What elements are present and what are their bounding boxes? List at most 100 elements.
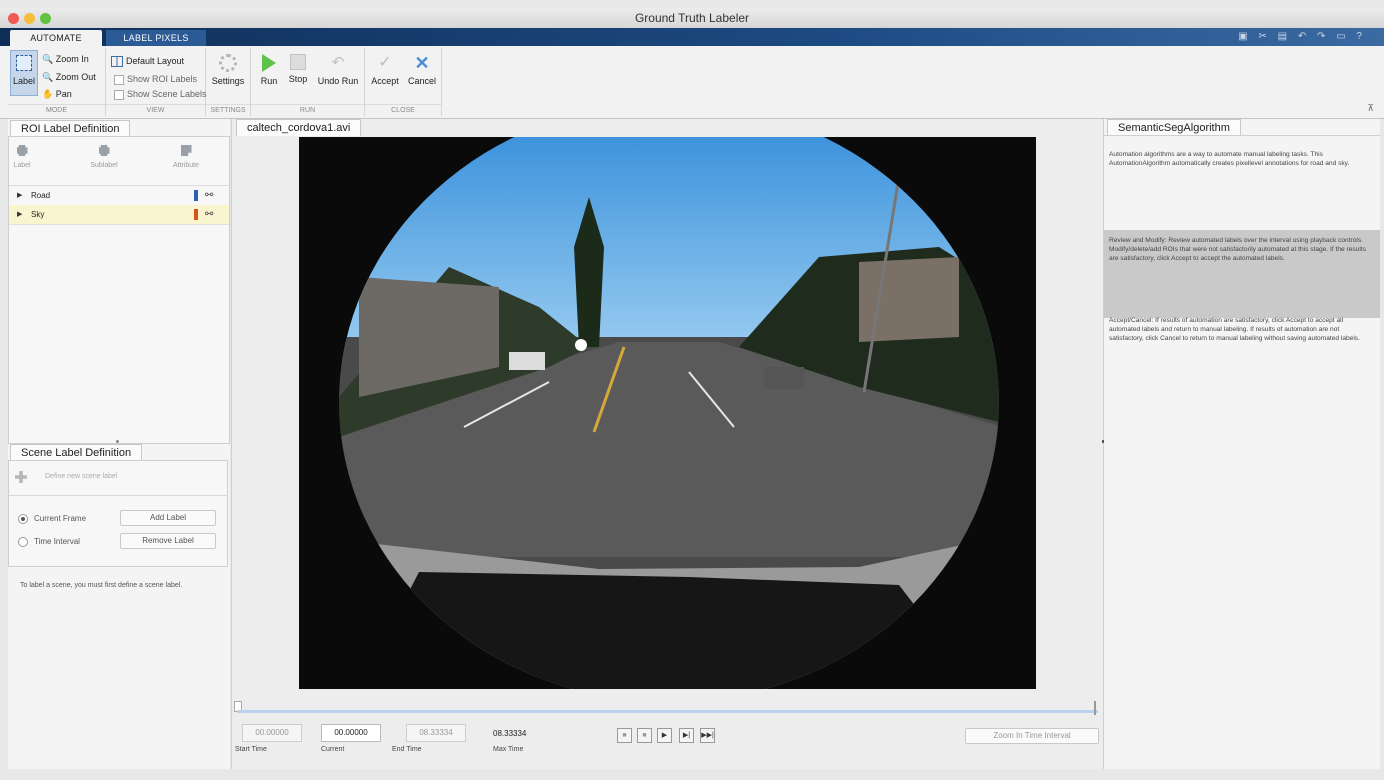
ribbon-tab-strip: AUTOMATE LABEL PIXELS ▣ ✂ ▤ ↶ ↷ ▭ ?	[0, 28, 1384, 46]
run-play-icon	[262, 54, 276, 72]
checkbox-icon	[114, 74, 124, 85]
sublabel-button-text: Sublabel	[90, 162, 118, 169]
tab-semantic-seg-algorithm[interactable]: SemanticSegAlgorithm	[1107, 119, 1241, 136]
tab-video-file[interactable]: caltech_cordova1.avi	[236, 119, 362, 136]
view-group: Default Layout Show ROI Labels Show Scen…	[106, 48, 207, 116]
close-group: ✓ Accept ✕ Cancel CLOSE	[365, 48, 442, 116]
run-group: Run Stop ↶ Undo Run RUN	[251, 48, 365, 116]
add-sublabel-button[interactable]: Sublabel	[79, 143, 129, 169]
define-scene-label-placeholder: Define new scene label	[45, 473, 118, 480]
timeline-slider[interactable]	[237, 710, 1098, 713]
remove-label-button[interactable]: Remove Label	[120, 533, 216, 549]
previous-frame-button[interactable]: ■	[637, 728, 652, 743]
settings-button[interactable]: Settings	[208, 54, 248, 86]
expand-triangle-icon[interactable]: ▶	[17, 205, 22, 224]
collapse-toolstrip-icon[interactable]: ⊼	[1367, 103, 1374, 114]
expand-triangle-icon[interactable]: ▶	[17, 186, 22, 205]
time-interval-label: Time Interval	[34, 537, 80, 546]
default-layout-label: Default Layout	[126, 56, 185, 66]
zoom-in-button[interactable]: 🔍 Zoom In	[42, 52, 89, 66]
zoom-in-icon: 🔍	[42, 54, 54, 64]
sky-color-swatch	[194, 209, 198, 220]
run-button[interactable]: Run	[257, 54, 281, 86]
roi-label-row-road[interactable]: ▶ Road ⚯	[9, 185, 229, 206]
sublabel-icon	[98, 145, 110, 156]
tab-roi-label-definition[interactable]: ROI Label Definition	[10, 120, 131, 137]
next-frame-button[interactable]: ▶|	[679, 728, 694, 743]
settings-label: Settings	[211, 76, 245, 86]
zoom-out-button[interactable]: 🔍 Zoom Out	[42, 70, 96, 84]
undo-run-button[interactable]: ↶ Undo Run	[315, 54, 361, 86]
attribute-button-text: Attribute	[172, 162, 200, 169]
cancel-button[interactable]: ✕ Cancel	[405, 54, 439, 86]
first-frame-button[interactable]: ■	[617, 728, 632, 743]
cancel-x-icon: ✕	[414, 53, 430, 73]
add-attribute-button[interactable]: Attribute	[161, 143, 211, 169]
algorithm-instructions-panel: SemanticSegAlgorithm Automation algorith…	[1104, 119, 1380, 769]
end-time-field[interactable]: 08.33334	[406, 724, 466, 742]
settings-gear-icon	[219, 54, 237, 72]
show-scene-labels-text: Show Scene Labels	[127, 89, 207, 99]
timeline-end-marker[interactable]	[1094, 701, 1096, 715]
end-time-label: End Time	[392, 746, 422, 753]
zoom-out-label: Zoom Out	[55, 72, 96, 82]
current-time-label: Current	[321, 746, 345, 753]
accept-button[interactable]: ✓ Accept	[369, 54, 401, 86]
left-panel: ROI Label Definition Label Sublabel Attr…	[8, 119, 230, 769]
add-label-button[interactable]: Label	[0, 143, 47, 169]
start-time-field[interactable]: 00.00000	[242, 724, 302, 742]
roi-label-name: Sky	[31, 210, 45, 219]
pixel-label-icon: ⚯	[205, 190, 214, 201]
cancel-label: Cancel	[407, 76, 436, 86]
zoom-out-icon: 🔍	[42, 72, 54, 82]
tab-automate[interactable]: AUTOMATE	[10, 30, 102, 46]
algorithm-intro-text: Automation algorithms are a way to autom…	[1109, 151, 1350, 167]
label-mode-button[interactable]: Label	[10, 50, 38, 96]
checkbox-icon	[114, 89, 124, 100]
time-interval-radio[interactable]	[18, 537, 28, 547]
panel-splitter-handle[interactable]	[116, 440, 119, 443]
pan-label: Pan	[55, 89, 72, 99]
show-scene-labels-checkbox[interactable]: Show Scene Labels	[114, 87, 207, 101]
attribute-icon	[180, 145, 192, 156]
view-group-label: VIEW	[106, 104, 205, 116]
roi-label-row-sky[interactable]: ▶ Sky ⚯	[9, 205, 229, 225]
current-frame-radio[interactable]	[18, 514, 28, 524]
zoom-in-time-interval-button[interactable]: Zoom In Time Interval	[965, 728, 1099, 744]
undo-run-icon: ↶	[331, 54, 345, 71]
pan-button[interactable]: ✋ Pan	[42, 87, 72, 101]
video-frame-image	[299, 137, 1036, 689]
quick-access-toolbar-icons[interactable]: ▣ ✂ ▤ ↶ ↷ ▭ ?	[1238, 31, 1366, 42]
stop-button[interactable]: Stop	[285, 54, 311, 84]
pan-hand-icon: ✋	[42, 89, 54, 99]
default-layout-button[interactable]: Default Layout	[111, 54, 184, 68]
roi-label-name: Road	[31, 191, 51, 200]
run-label: Run	[260, 76, 278, 86]
play-button[interactable]: ▶	[657, 728, 672, 743]
play-icon: ▶	[661, 732, 668, 739]
review-modify-text: Review and Modify: Review automated labe…	[1109, 237, 1366, 262]
show-roi-labels-text: Show ROI Labels	[127, 74, 198, 84]
mode-group: Label 🔍 Zoom In 🔍 Zoom Out ✋ Pan MODE	[8, 48, 106, 116]
show-roi-labels-checkbox[interactable]: Show ROI Labels	[114, 72, 197, 86]
label-mode-icon	[16, 55, 32, 71]
add-scene-label-plus-icon	[15, 471, 27, 483]
stop-label: Stop	[288, 74, 308, 84]
video-frame[interactable]	[299, 137, 1036, 689]
start-time-label: Start Time	[235, 746, 267, 753]
pixel-label-icon: ⚯	[205, 209, 214, 220]
video-display-panel: caltech_cordova1.avi 00.00000 00.00000 0…	[231, 119, 1104, 769]
stop-icon	[290, 54, 306, 70]
max-time-value: 08.33334	[493, 729, 527, 738]
tab-scene-label-definition[interactable]: Scene Label Definition	[10, 444, 143, 461]
roi-label-panel: Label Sublabel Attribute ▶ Road ⚯ ▶ Sky …	[8, 136, 230, 444]
scene-label-panel: Define new scene label Current Frame Tim…	[8, 460, 228, 567]
add-label-button[interactable]: Add Label	[120, 510, 216, 526]
tab-label-pixels[interactable]: LABEL PIXELS	[106, 30, 206, 46]
last-frame-button[interactable]: ▶▶|	[700, 728, 715, 743]
define-scene-label-area[interactable]: Define new scene label	[9, 461, 227, 496]
accept-check-icon: ✓	[378, 54, 392, 71]
current-time-field[interactable]: 00.00000	[321, 724, 381, 742]
zoom-in-label: Zoom In	[55, 54, 89, 64]
last-frame-icon: ▶▶|	[701, 732, 714, 739]
